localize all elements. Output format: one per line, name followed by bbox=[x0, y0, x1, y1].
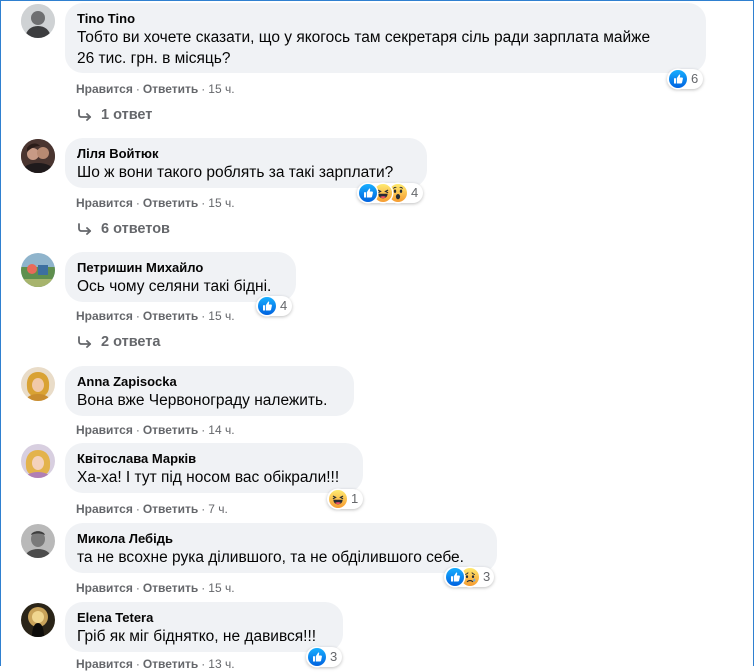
avatar[interactable] bbox=[21, 603, 55, 637]
reactions-summary[interactable]: 4 bbox=[357, 183, 423, 203]
reply-button[interactable]: Ответить bbox=[143, 423, 198, 437]
reply-button[interactable]: Ответить bbox=[143, 196, 198, 210]
replies-count-label: 1 ответ bbox=[101, 107, 153, 123]
comment-text: Тобто ви хочете сказати, що у якогось та… bbox=[77, 29, 651, 67]
comment-bubble: Квітослава Марків Ха-ха! І тут під носом… bbox=[65, 443, 363, 493]
reply-button[interactable]: Ответить bbox=[143, 502, 198, 516]
comment-author[interactable]: Ліля Войтюк bbox=[77, 146, 415, 162]
reactions-summary[interactable]: 3 bbox=[306, 647, 342, 667]
replies-count-label: 6 ответов bbox=[101, 221, 170, 237]
reaction-count: 4 bbox=[411, 185, 419, 200]
comment-text: та не всохне рука ділившого, та не обділ… bbox=[77, 549, 464, 566]
reaction-count: 4 bbox=[280, 298, 288, 313]
comment-author[interactable]: Anna Zapisocka bbox=[77, 374, 342, 390]
haha-icon bbox=[329, 490, 347, 508]
comment-actions: Нравится · Ответить · 13 ч. bbox=[76, 657, 235, 671]
avatar[interactable] bbox=[21, 444, 55, 478]
reactions-summary[interactable]: 4 bbox=[256, 296, 292, 316]
avatar[interactable] bbox=[21, 139, 55, 173]
comment-bubble: Anna Zapisocka Вона вже Червонограду нал… bbox=[65, 366, 354, 416]
reactions-summary[interactable]: 1 bbox=[327, 489, 363, 509]
reply-arrow-icon bbox=[77, 223, 93, 235]
reaction-count: 3 bbox=[330, 649, 338, 664]
reaction-count: 1 bbox=[351, 491, 359, 506]
avatar[interactable] bbox=[21, 524, 55, 558]
like-icon bbox=[258, 297, 276, 315]
reply-arrow-icon bbox=[77, 109, 93, 121]
comment-bubble: Tino Tino Тобто ви хочете сказати, що у … bbox=[65, 3, 706, 73]
like-button[interactable]: Нравится bbox=[76, 657, 133, 671]
comment-time[interactable]: 13 ч. bbox=[208, 657, 234, 671]
comment-text: Шо ж вони такого роблять за такі зарплат… bbox=[77, 164, 394, 181]
reactions-summary[interactable]: 6 bbox=[667, 69, 703, 89]
comment-bubble: Петришин Михайло Ось чому селяни такі бі… bbox=[65, 252, 296, 302]
like-icon bbox=[359, 184, 377, 202]
comment-text: Ось чому селяни такі бідні. bbox=[77, 278, 272, 295]
comment-author[interactable]: Tino Tino bbox=[77, 11, 694, 27]
avatar[interactable] bbox=[21, 367, 55, 401]
comment-author[interactable]: Петришин Михайло bbox=[77, 260, 284, 276]
like-button[interactable]: Нравится bbox=[76, 82, 133, 96]
comment-actions: Нравится · Ответить · 15 ч. bbox=[76, 196, 235, 210]
comment-time[interactable]: 15 ч. bbox=[208, 82, 234, 96]
comment-actions: Нравится · Ответить · 15 ч. bbox=[76, 581, 235, 595]
reply-button[interactable]: Ответить bbox=[143, 581, 198, 595]
reply-button[interactable]: Ответить bbox=[143, 82, 198, 96]
comment-bubble: Elena Tetera Гріб як міг біднятко, не да… bbox=[65, 602, 343, 652]
comment-author[interactable]: Микола Лебідь bbox=[77, 531, 485, 547]
view-replies-link[interactable]: 2 ответа bbox=[77, 332, 160, 352]
like-icon bbox=[308, 648, 326, 666]
comment-time[interactable]: 15 ч. bbox=[208, 309, 234, 323]
comment-bubble: Микола Лебідь та не всохне рука ділившог… bbox=[65, 523, 497, 573]
comment-actions: Нравится · Ответить · 15 ч. bbox=[76, 309, 235, 323]
comment-bubble: Ліля Войтюк Шо ж вони такого роблять за … bbox=[65, 138, 427, 188]
like-button[interactable]: Нравится bbox=[76, 309, 133, 323]
reply-button[interactable]: Ответить bbox=[143, 657, 198, 671]
view-replies-link[interactable]: 1 ответ bbox=[77, 105, 152, 125]
comment-author[interactable]: Квітослава Марків bbox=[77, 451, 351, 467]
comment-text: Гріб як міг біднятко, не давився!!! bbox=[77, 628, 317, 645]
like-button[interactable]: Нравится bbox=[76, 502, 133, 516]
like-icon bbox=[446, 568, 464, 586]
comment-author[interactable]: Elena Tetera bbox=[77, 610, 331, 626]
comment-text: Ха-ха! І тут під носом вас обікрали!!! bbox=[77, 469, 340, 486]
like-button[interactable]: Нравится bbox=[76, 581, 133, 595]
comment-text: Вона вже Червонограду належить. bbox=[77, 392, 328, 409]
avatar[interactable] bbox=[21, 253, 55, 287]
like-icon bbox=[669, 70, 687, 88]
comment-time[interactable]: 7 ч. bbox=[208, 502, 228, 516]
like-button[interactable]: Нравится bbox=[76, 423, 133, 437]
comment-time[interactable]: 14 ч. bbox=[208, 423, 234, 437]
reaction-count: 3 bbox=[483, 569, 491, 584]
comment-time[interactable]: 15 ч. bbox=[208, 581, 234, 595]
avatar[interactable] bbox=[21, 4, 55, 38]
comment-actions: Нравится · Ответить · 7 ч. bbox=[76, 502, 228, 516]
reply-arrow-icon bbox=[77, 336, 93, 348]
reactions-summary[interactable]: 3 bbox=[444, 567, 494, 587]
comment-actions: Нравится · Ответить · 15 ч. bbox=[76, 82, 235, 96]
view-replies-link[interactable]: 6 ответов bbox=[77, 219, 170, 239]
reaction-count: 6 bbox=[691, 71, 699, 86]
reply-button[interactable]: Ответить bbox=[143, 309, 198, 323]
replies-count-label: 2 ответа bbox=[101, 334, 161, 350]
comment-time[interactable]: 15 ч. bbox=[208, 196, 234, 210]
comment-actions: Нравится · Ответить · 14 ч. bbox=[76, 423, 235, 437]
like-button[interactable]: Нравится bbox=[76, 196, 133, 210]
